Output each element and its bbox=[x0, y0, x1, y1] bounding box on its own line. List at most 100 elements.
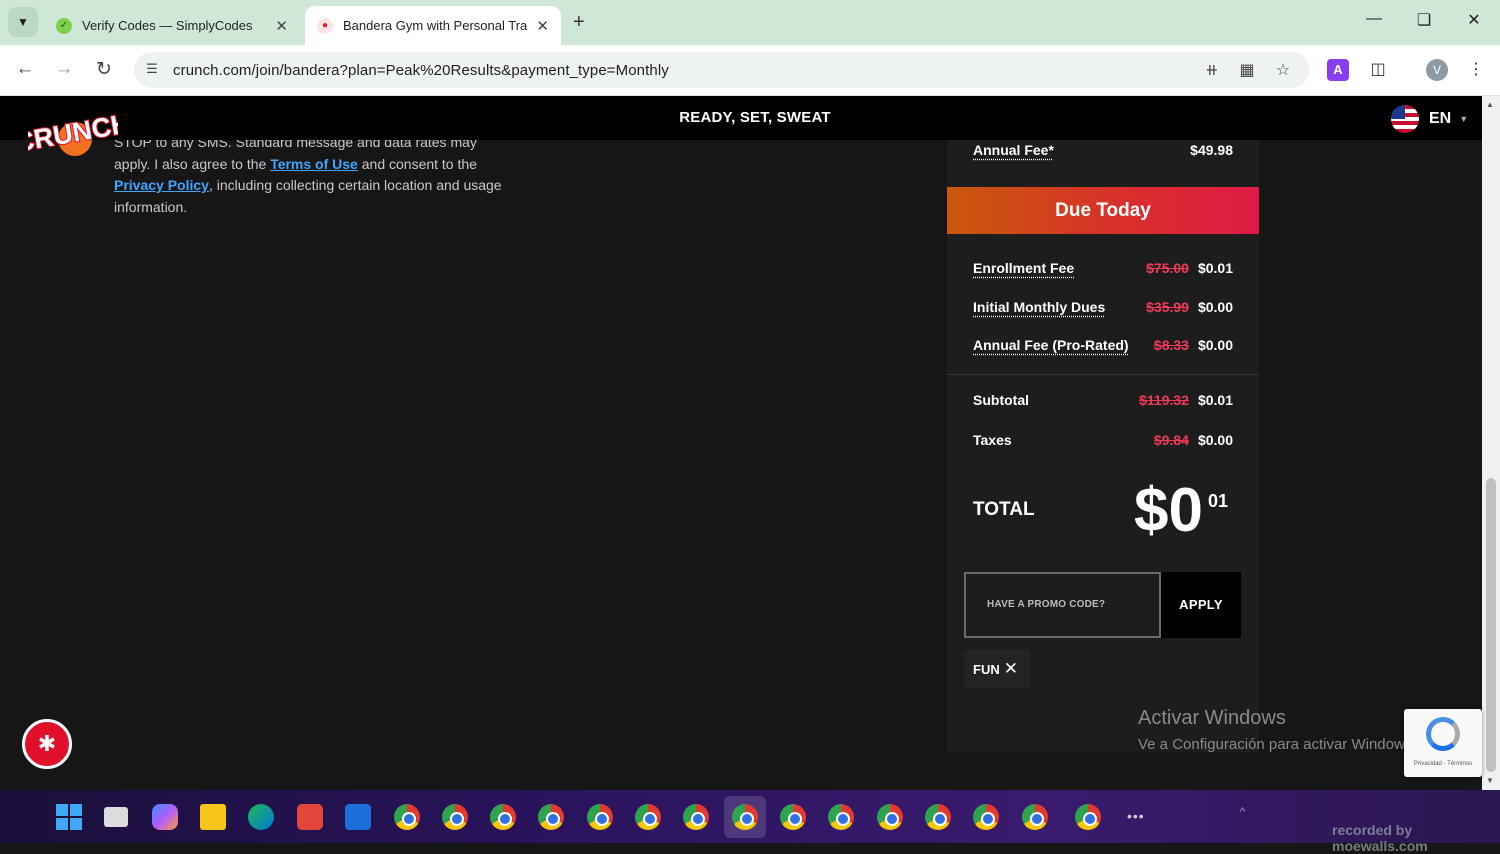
original-price: $8.33 bbox=[1153, 337, 1189, 353]
bookmark-star-icon[interactable]: ☆ bbox=[1272, 60, 1294, 80]
task-view-icon[interactable] bbox=[104, 807, 128, 827]
chrome-icon[interactable] bbox=[1022, 804, 1048, 830]
more-apps-icon[interactable]: ••• bbox=[1127, 808, 1145, 824]
line-label[interactable]: Enrollment Fee bbox=[973, 260, 1146, 276]
scroll-down-icon[interactable]: ▼ bbox=[1486, 776, 1494, 785]
chrome-icon[interactable] bbox=[732, 804, 758, 830]
site-settings-icon[interactable]: ☰ bbox=[143, 61, 161, 79]
divider bbox=[947, 374, 1259, 375]
page-scrollbar[interactable]: ▲ ▼ bbox=[1482, 96, 1500, 790]
remove-promo-close-icon[interactable]: ✕ bbox=[1004, 659, 1018, 679]
original-price: $119.32 bbox=[1139, 392, 1189, 408]
close-icon[interactable]: ✕ bbox=[275, 17, 288, 35]
tab-verify-codes[interactable]: ✓ Verify Codes — SimplyCodes ✕ bbox=[44, 6, 300, 45]
scrollbar-thumb[interactable] bbox=[1486, 478, 1496, 772]
taxes-row: Taxes $9.84 $0.00 bbox=[973, 432, 1233, 448]
subtotal-label: Subtotal bbox=[973, 392, 1029, 408]
crunch-logo[interactable]: CRUNCH bbox=[28, 104, 118, 164]
activate-title: Activar Windows bbox=[1138, 707, 1286, 729]
browser-toolbar: ← → ↻ ☰ crunch.com/join/bandera?plan=Pea… bbox=[0, 45, 1500, 96]
url-text[interactable]: crunch.com/join/bandera?plan=Peak%20Resu… bbox=[173, 62, 669, 79]
minimize-icon[interactable]: — bbox=[1359, 10, 1389, 28]
new-tab-button[interactable]: + bbox=[573, 11, 585, 34]
extension-a-icon[interactable]: A bbox=[1327, 59, 1349, 81]
discounted-price: $0.01 bbox=[1197, 260, 1233, 276]
recaptcha-badge[interactable]: Privacidad - Términos bbox=[1404, 709, 1482, 777]
edge-icon[interactable] bbox=[248, 804, 274, 830]
total-dollars: $0 bbox=[1134, 476, 1203, 545]
us-flag-icon bbox=[1391, 105, 1419, 133]
chevron-down-icon: ▼ bbox=[1459, 114, 1469, 124]
tray-chevron-up-icon[interactable]: ^ bbox=[1240, 806, 1245, 818]
terms-of-use-link[interactable]: Terms of Use bbox=[270, 156, 358, 172]
chrome-icon[interactable] bbox=[683, 804, 709, 830]
eye-slash-icon[interactable]: ⧺ bbox=[1201, 60, 1223, 80]
scroll-up-icon[interactable]: ▲ bbox=[1486, 100, 1494, 109]
recaptcha-links[interactable]: Privacidad - Términos bbox=[1404, 761, 1482, 767]
forward-icon[interactable]: → bbox=[52, 58, 76, 80]
store-icon[interactable] bbox=[345, 804, 371, 830]
total-cents: 01 bbox=[1208, 491, 1229, 511]
back-icon[interactable]: ← bbox=[13, 58, 37, 80]
language-selector[interactable]: EN ▼ bbox=[1391, 105, 1468, 133]
chrome-icon[interactable] bbox=[490, 804, 516, 830]
privacy-policy-link[interactable]: Privacy Policy bbox=[114, 177, 209, 193]
tab-search-button[interactable]: ▼ bbox=[8, 7, 38, 37]
line-label[interactable]: Initial Monthly Dues bbox=[973, 299, 1146, 315]
chrome-icon[interactable] bbox=[877, 804, 903, 830]
chrome-icon[interactable] bbox=[538, 804, 564, 830]
tab-bandera-gym[interactable]: ● Bandera Gym with Personal Trai ✕ bbox=[305, 6, 561, 45]
site-header: READY, SET, SWEAT EN ▼ bbox=[0, 96, 1482, 140]
tab-title: Verify Codes — SimplyCodes bbox=[82, 18, 253, 33]
discounted-price: $0.00 bbox=[1197, 432, 1233, 448]
simplycodes-favicon-icon: ✓ bbox=[56, 17, 72, 34]
taxes-label: Taxes bbox=[973, 432, 1012, 448]
windows-taskbar: ••• ^ bbox=[0, 790, 1500, 843]
window-close-icon[interactable]: ✕ bbox=[1459, 10, 1489, 30]
order-summary-panel: Annual Fee* $49.98 Due Today Enrollment … bbox=[947, 96, 1259, 752]
windows-start-icon[interactable] bbox=[56, 804, 82, 830]
chrome-icon[interactable] bbox=[442, 804, 468, 830]
header-tagline: READY, SET, SWEAT bbox=[679, 109, 831, 126]
chrome-icon[interactable] bbox=[925, 804, 951, 830]
browser-tab-strip: ▼ ✓ Verify Codes — SimplyCodes ✕ ● Bande… bbox=[0, 0, 1500, 45]
browser-menu-icon[interactable]: ⋮ bbox=[1465, 59, 1487, 81]
app-icon[interactable] bbox=[297, 804, 323, 830]
chrome-icon[interactable] bbox=[635, 804, 661, 830]
page-viewport: READY, SET, SWEAT EN ▼ CRUNCH STOP to an… bbox=[0, 96, 1500, 790]
promo-code-input[interactable]: HAVE A PROMO CODE? bbox=[964, 572, 1161, 638]
original-price: $9.84 bbox=[1153, 432, 1189, 448]
tab-title: Bandera Gym with Personal Trai bbox=[343, 18, 529, 33]
accessibility-button[interactable]: ✱ bbox=[22, 719, 72, 769]
profile-avatar[interactable]: V bbox=[1426, 59, 1448, 81]
extensions-puzzle-icon[interactable]: ◫ bbox=[1367, 59, 1389, 81]
chrome-icon[interactable] bbox=[394, 804, 420, 830]
accessibility-person-icon: ✱ bbox=[37, 731, 57, 756]
address-bar[interactable]: ☰ crunch.com/join/bandera?plan=Peak%20Re… bbox=[134, 52, 1309, 88]
subtotal-row: Subtotal $119.32 $0.01 bbox=[973, 392, 1233, 408]
due-today-header: Due Today bbox=[947, 187, 1259, 234]
chrome-icon[interactable] bbox=[828, 804, 854, 830]
restore-icon[interactable]: ❏ bbox=[1409, 10, 1439, 30]
annual-fee-label[interactable]: Annual Fee* bbox=[973, 142, 1190, 158]
reload-icon[interactable]: ↻ bbox=[92, 58, 116, 81]
chrome-icon[interactable] bbox=[1075, 804, 1101, 830]
activate-subtitle: Ve a Configuración para activar Windows. bbox=[1138, 736, 1417, 753]
chrome-icon[interactable] bbox=[780, 804, 806, 830]
crunch-favicon-icon: ● bbox=[317, 17, 333, 34]
enrollment-fee-row: Enrollment Fee $75.00 $0.01 bbox=[973, 260, 1233, 276]
applied-promo-chip: FUN ✕ bbox=[964, 650, 1030, 688]
annual-fee-prorated-row: Annual Fee (Pro-Rated) $8.33 $0.00 bbox=[973, 337, 1233, 353]
discounted-price: $0.01 bbox=[1197, 392, 1233, 408]
translate-icon[interactable]: ▦ bbox=[1236, 60, 1258, 80]
file-explorer-icon[interactable] bbox=[200, 804, 226, 830]
apply-promo-button[interactable]: APPLY bbox=[1161, 572, 1241, 638]
annual-fee-row: Annual Fee* $49.98 bbox=[973, 142, 1233, 158]
line-label[interactable]: Annual Fee (Pro-Rated) bbox=[973, 337, 1154, 353]
discounted-price: $0.00 bbox=[1197, 337, 1233, 353]
chrome-icon[interactable] bbox=[973, 804, 999, 830]
close-icon[interactable]: ✕ bbox=[536, 17, 549, 35]
chrome-icon[interactable] bbox=[587, 804, 613, 830]
copilot-icon[interactable] bbox=[152, 804, 178, 830]
recording-watermark: recorded by moewalls.com bbox=[1332, 822, 1428, 854]
